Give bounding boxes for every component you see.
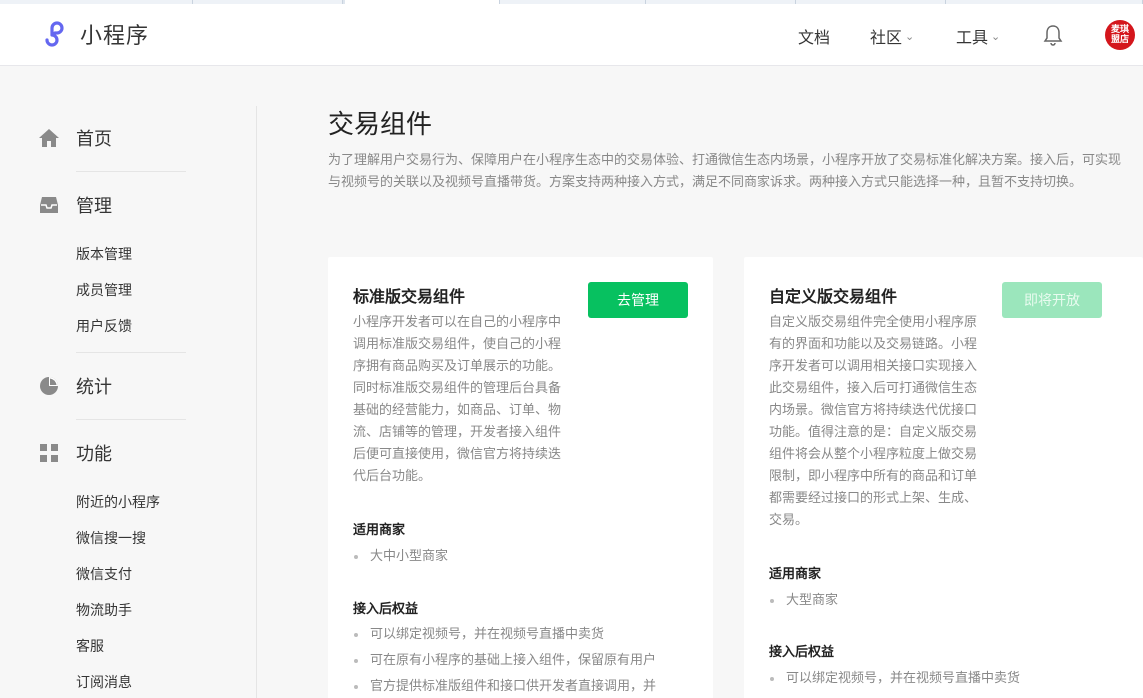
coming-soon-button[interactable]: 即将开放 — [1002, 282, 1102, 318]
sidebar-divider — [256, 106, 257, 698]
list-item-text: 大型商家 — [786, 593, 839, 608]
pie-chart-icon — [38, 375, 60, 397]
divider — [76, 352, 186, 353]
page-description: 为了理解用户交易行为、保障用户在小程序生态中的交易体验、打通微信生态内场景，小程… — [328, 153, 1122, 190]
sidebar-item-label: 功能 — [76, 444, 112, 465]
card-description: 小程序开发者可以在自己的小程序中调用标准版交易组件，使自己的小程序拥有商品购买及… — [353, 315, 562, 484]
sidebar-item-version[interactable]: 版本管理 — [76, 244, 132, 264]
mini-program-logo-icon — [45, 21, 64, 47]
bullet-icon — [354, 684, 358, 689]
inbox-icon — [38, 194, 60, 216]
sidebar-item-search[interactable]: 微信搜一搜 — [76, 528, 146, 548]
list-item: 官方提供标准版组件和接口供开发者直接调用，并 — [353, 675, 656, 694]
sidebar-item-nearby[interactable]: 附近的小程序 — [76, 492, 160, 512]
logo[interactable]: 小程序 — [38, 18, 149, 50]
sidebar-item-label: 统计 — [76, 377, 112, 398]
list-item-text: 可在原有小程序的基础上接入组件，保留原有用户 — [370, 653, 657, 668]
sidebar-item-manage[interactable]: 管理 — [38, 192, 112, 218]
card-custom: 自定义版交易组件 即将开放 自定义版交易组件完全使用小程序原有的界面和功能以及交… — [744, 257, 1143, 698]
card-title: 自定义版交易组件 — [769, 287, 898, 306]
sidebar-item-functions[interactable]: 功能 — [38, 440, 112, 466]
top-header: 小程序 文档 社区 ⌄ 工具 ⌄ 麦琪 盟店 — [0, 4, 1143, 66]
sidebar-item-feedback[interactable]: 用户反馈 — [76, 316, 132, 336]
sidebar-item-pay[interactable]: 微信支付 — [76, 564, 132, 584]
avatar-text: 麦琪 盟店 — [1110, 25, 1129, 45]
benefits-heading: 接入后权益 — [769, 645, 835, 660]
nav-docs-label: 文档 — [798, 28, 831, 47]
bullet-icon — [354, 632, 358, 637]
bullet-icon — [354, 554, 358, 559]
sidebar-item-stats[interactable]: 统计 — [38, 373, 112, 399]
nav-tools[interactable]: 工具 ⌄ — [956, 24, 1000, 48]
bell-icon[interactable] — [1043, 24, 1063, 46]
nav-community-label: 社区 — [870, 28, 903, 47]
merchants-heading: 适用商家 — [769, 567, 822, 582]
nav-community[interactable]: 社区 ⌄ — [870, 24, 914, 48]
list-item-text: 官方提供标准版组件和接口供开发者直接调用，并 — [370, 679, 657, 694]
list-item: 大型商家 — [769, 589, 838, 608]
sidebar-item-logistics[interactable]: 物流助手 — [76, 600, 132, 620]
sidebar-item-service[interactable]: 客服 — [76, 636, 104, 656]
card-title: 标准版交易组件 — [353, 287, 466, 306]
list-item: 大中小型商家 — [353, 545, 448, 564]
list-item: 可以绑定视频号，并在视频号直播中卖货 — [353, 623, 604, 642]
nav-docs[interactable]: 文档 — [798, 24, 830, 48]
avatar[interactable]: 麦琪 盟店 — [1105, 20, 1135, 50]
chevron-down-icon: ⌄ — [991, 29, 1001, 43]
list-item-text: 可以绑定视频号，并在视频号直播中卖货 — [786, 671, 1021, 686]
manage-button[interactable]: 去管理 — [588, 282, 688, 318]
sidebar-item-label: 管理 — [76, 196, 112, 217]
benefits-heading: 接入后权益 — [353, 602, 419, 617]
sidebar-item-subscribe[interactable]: 订阅消息 — [76, 672, 132, 692]
divider — [76, 171, 186, 172]
home-icon — [38, 127, 60, 149]
card-standard: 标准版交易组件 去管理 小程序开发者可以在自己的小程序中调用标准版交易组件，使自… — [328, 257, 713, 698]
merchants-heading: 适用商家 — [353, 523, 406, 538]
nav-tools-label: 工具 — [956, 28, 989, 47]
sidebar-item-label: 首页 — [76, 129, 112, 150]
chevron-down-icon: ⌄ — [905, 29, 915, 43]
list-item: 可以绑定视频号，并在视频号直播中卖货 — [769, 667, 1020, 686]
list-item-text: 可以绑定视频号，并在视频号直播中卖货 — [370, 627, 605, 642]
grid-icon — [38, 442, 60, 464]
list-item: 可在原有小程序的基础上接入组件，保留原有用户 — [353, 649, 656, 668]
bullet-icon — [354, 658, 358, 663]
bullet-icon — [770, 676, 774, 681]
bullet-icon — [770, 598, 774, 603]
sidebar-item-members[interactable]: 成员管理 — [76, 280, 132, 300]
page-title: 交易组件 — [328, 110, 433, 140]
card-description: 自定义版交易组件完全使用小程序原有的界面和功能以及交易链路。小程序开发者可以调用… — [769, 315, 978, 528]
list-item-text: 大中小型商家 — [370, 549, 449, 564]
sidebar-item-home[interactable]: 首页 — [38, 125, 112, 151]
logo-text: 小程序 — [80, 24, 150, 49]
divider — [76, 419, 186, 420]
